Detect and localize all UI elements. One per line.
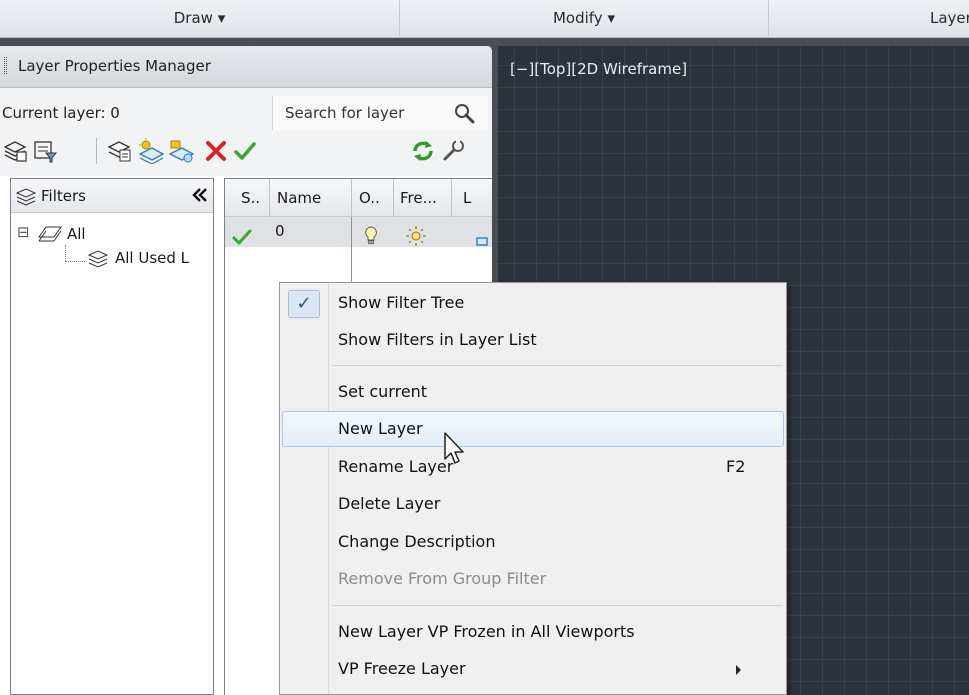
settings-icon[interactable] bbox=[440, 138, 466, 164]
mouse-pointer-icon bbox=[444, 432, 464, 464]
menu-item-label: New Layer VP Frozen in All Viewports bbox=[338, 622, 635, 641]
ribbon-panel-layers-label: Layer bbox=[930, 9, 969, 27]
menu-item-label: Change Description bbox=[338, 532, 496, 551]
tree-expander-icon[interactable]: ⊟ bbox=[17, 223, 30, 241]
menu-item-delete-layer[interactable]: Delete Layer bbox=[282, 486, 784, 522]
menu-item-label: Remove From Group Filter bbox=[338, 569, 547, 588]
menu-item-show-filters-in-layer-list[interactable]: Show Filters in Layer List bbox=[282, 322, 784, 358]
all-layers-icon bbox=[38, 226, 62, 242]
filter-tree-pane: Filters ⊟ All All Used L bbox=[10, 178, 214, 695]
current-layer-check-icon bbox=[232, 229, 252, 245]
grip-handle-icon[interactable] bbox=[4, 57, 7, 74]
menu-separator bbox=[332, 605, 782, 606]
menu-separator bbox=[332, 365, 782, 366]
menu-item-show-filter-tree[interactable]: ✓ Show Filter Tree bbox=[282, 285, 784, 321]
ribbon-panel-draw[interactable]: Draw ▾ bbox=[0, 0, 400, 36]
menu-item-vp-freeze-layer[interactable]: VP Freeze Layer bbox=[282, 651, 784, 687]
new-layer-icon[interactable] bbox=[138, 138, 165, 165]
refresh-icon[interactable] bbox=[410, 138, 436, 164]
tree-item-label: All Used L bbox=[115, 249, 190, 267]
menu-item-set-current[interactable]: Set current bbox=[282, 374, 784, 410]
toolbar-divider bbox=[96, 138, 97, 164]
menu-item-change-description[interactable]: Change Description bbox=[282, 524, 784, 560]
menu-item-rename-layer[interactable]: Rename Layer F2 bbox=[282, 449, 784, 485]
column-header-lock[interactable]: L bbox=[463, 189, 471, 207]
filters-icon bbox=[15, 188, 37, 206]
lightbulb-on-icon[interactable] bbox=[363, 221, 379, 251]
tree-item-all-used-layers[interactable]: All Used L bbox=[11, 247, 211, 271]
submenu-arrow-icon bbox=[736, 665, 741, 675]
chevron-down-icon: ▾ bbox=[607, 9, 615, 27]
column-header-on[interactable]: O.. bbox=[359, 189, 380, 207]
ribbon-panel-draw-label: Draw bbox=[173, 9, 213, 27]
menu-item-remove-from-group-filter: Remove From Group Filter bbox=[282, 561, 784, 597]
viewport-controls-label[interactable]: [−][Top][2D Wireframe] bbox=[510, 60, 687, 78]
unlocked-icon[interactable] bbox=[475, 226, 489, 256]
layer-list-header: S.. Name O.. Fre... L bbox=[225, 179, 492, 217]
layer-states-manager-icon[interactable] bbox=[106, 138, 132, 164]
column-divider[interactable] bbox=[393, 179, 394, 217]
menu-item-label: Delete Layer bbox=[338, 494, 441, 513]
ribbon-panel-modify[interactable]: Modify ▾ bbox=[400, 0, 769, 36]
column-divider[interactable] bbox=[351, 179, 352, 217]
table-row[interactable]: 0 bbox=[225, 217, 492, 247]
column-header-status[interactable]: S.. bbox=[241, 189, 260, 207]
delete-layer-icon[interactable] bbox=[203, 138, 229, 164]
sun-thawed-icon[interactable] bbox=[405, 221, 427, 251]
search-input[interactable] bbox=[285, 102, 445, 124]
new-layer-vp-frozen-icon[interactable] bbox=[168, 138, 195, 164]
ribbon-panel-layers[interactable]: Layer bbox=[769, 0, 969, 36]
column-header-freeze[interactable]: Fre... bbox=[400, 189, 437, 207]
tree-item-all[interactable]: ⊟ All bbox=[11, 223, 211, 247]
set-current-icon[interactable] bbox=[232, 138, 258, 164]
menu-item-label: Set current bbox=[338, 382, 428, 401]
search-icon[interactable] bbox=[453, 102, 477, 126]
menu-item-new-layer-vp-frozen[interactable]: New Layer VP Frozen in All Viewports bbox=[282, 614, 784, 650]
palette-toolbar: Current layer: 0 bbox=[0, 88, 492, 176]
chevron-down-icon: ▾ bbox=[217, 9, 226, 27]
menu-item-label: Show Filter Tree bbox=[338, 293, 465, 312]
check-icon: ✓ bbox=[288, 290, 320, 318]
new-property-filter-icon[interactable] bbox=[2, 138, 28, 164]
menu-item-label: VP Freeze Layer bbox=[338, 659, 466, 678]
ribbon-panel-bar: Draw ▾ Modify ▾ Layer bbox=[0, 0, 969, 38]
current-layer-label: Current layer: 0 bbox=[2, 104, 120, 122]
filter-tree-header: Filters bbox=[11, 179, 213, 213]
palette-title-bar[interactable]: Layer Properties Manager bbox=[0, 46, 492, 88]
filter-icon bbox=[87, 250, 109, 268]
context-menu: ✓ Show Filter Tree Show Filters in Layer… bbox=[279, 282, 787, 695]
collapse-pane-icon[interactable] bbox=[189, 183, 211, 207]
column-divider[interactable] bbox=[269, 179, 270, 217]
menu-item-new-layer[interactable]: New Layer bbox=[282, 411, 784, 447]
menu-item-label: New Layer bbox=[338, 419, 423, 438]
filters-header-label: Filters bbox=[41, 187, 86, 205]
menu-item-label: Rename Layer bbox=[338, 457, 454, 476]
column-header-name[interactable]: Name bbox=[277, 189, 321, 207]
palette-title: Layer Properties Manager bbox=[18, 57, 211, 75]
menu-item-label: Show Filters in Layer List bbox=[338, 330, 537, 349]
column-divider[interactable] bbox=[451, 179, 452, 217]
tree-item-label: All bbox=[67, 225, 86, 243]
ribbon-panel-modify-label: Modify bbox=[552, 9, 603, 27]
search-box[interactable] bbox=[272, 96, 488, 130]
layer-name-cell[interactable]: 0 bbox=[275, 222, 285, 252]
new-group-filter-icon[interactable] bbox=[32, 138, 58, 164]
menu-item-shortcut: F2 bbox=[726, 457, 746, 476]
